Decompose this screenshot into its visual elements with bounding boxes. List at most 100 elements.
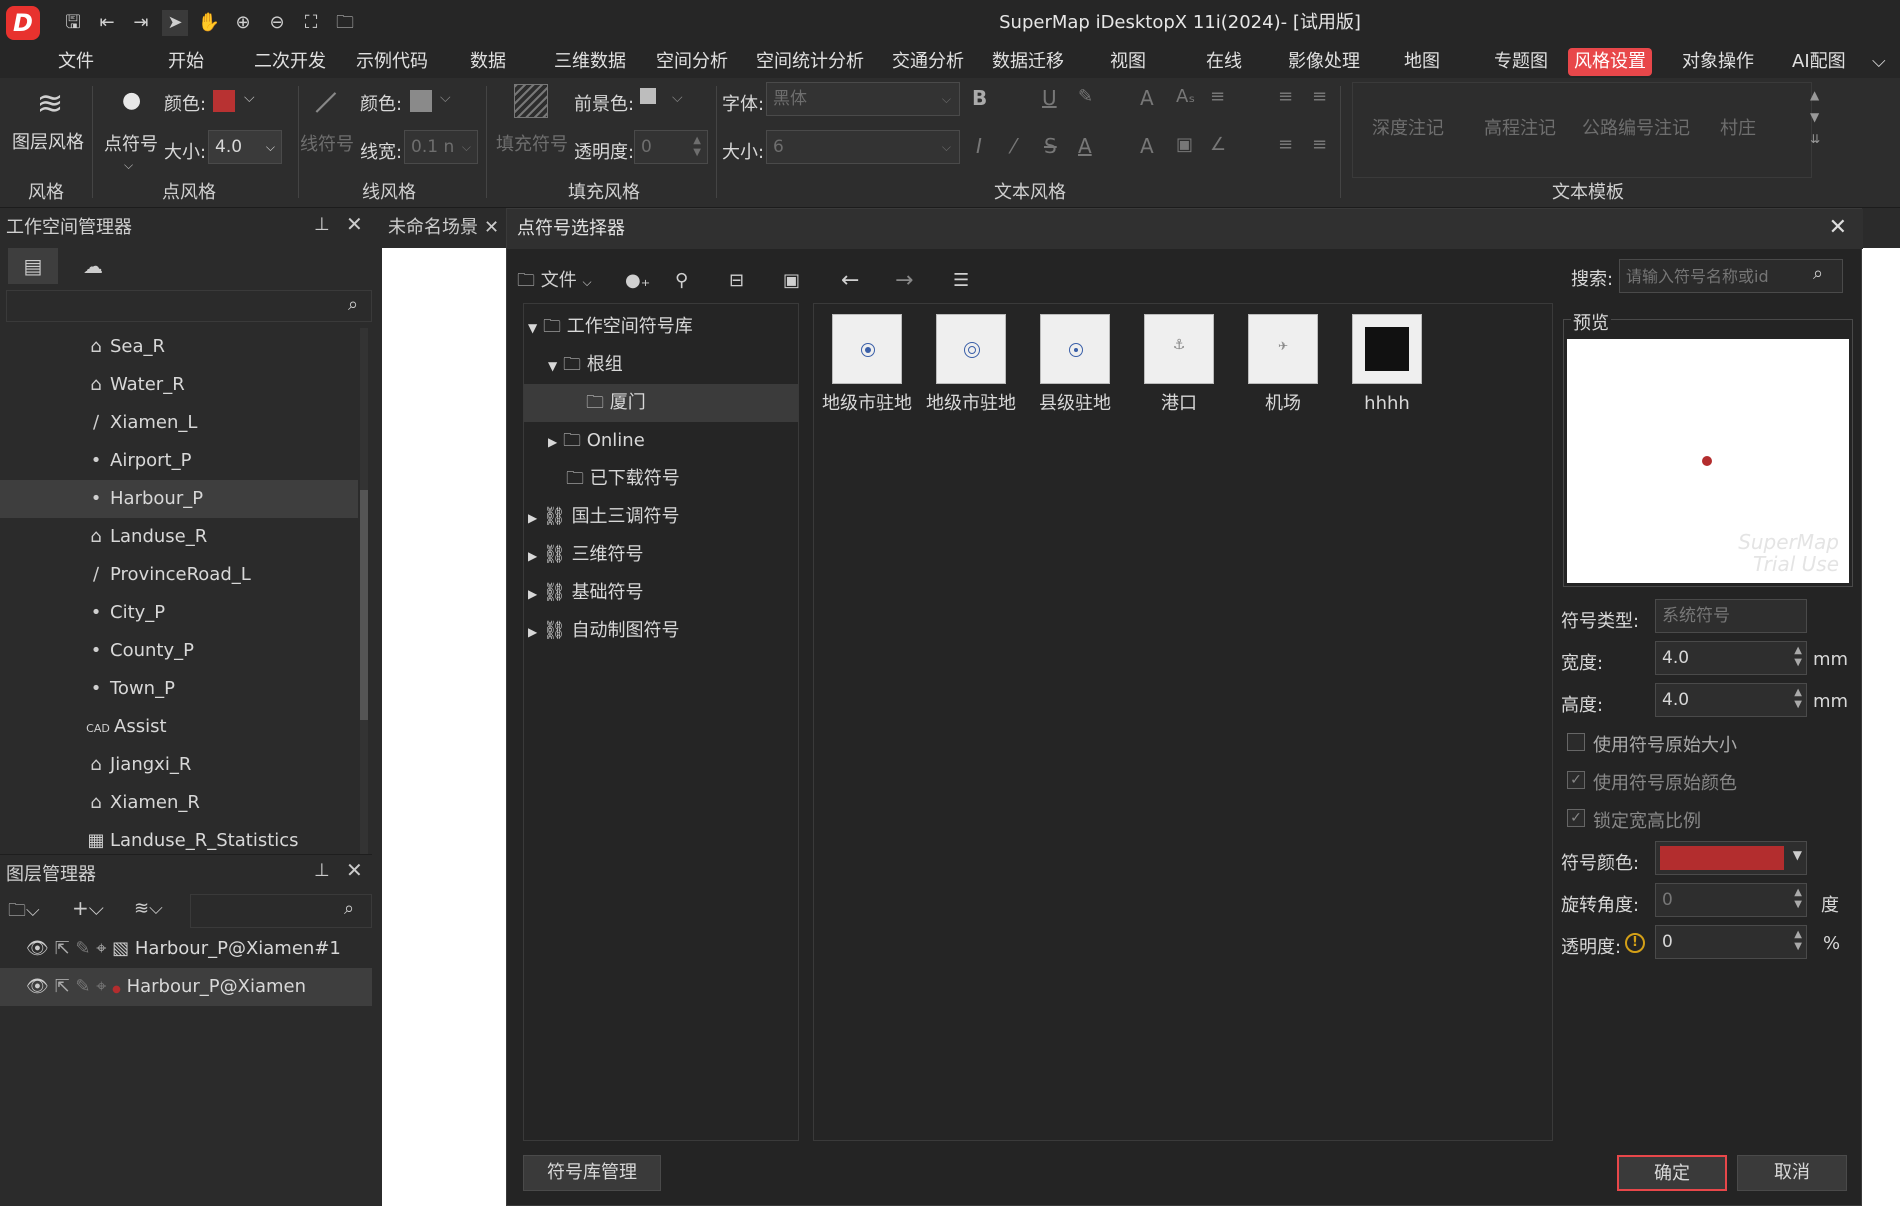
point-size-combo[interactable]: 4.0 ⌵ <box>208 130 282 164</box>
dataset-item[interactable]: • County_P <box>0 632 358 670</box>
menu-item[interactable]: ⌵ <box>1866 48 1892 76</box>
align-right-icon[interactable]: ≡ <box>1312 86 1327 107</box>
height-spinbox[interactable]: 4.0 ▲ ▼ <box>1655 683 1807 717</box>
use-original-size-checkbox[interactable] <box>1567 733 1585 751</box>
align-center-icon[interactable]: ≡ <box>1278 134 1293 155</box>
menu-item[interactable]: 三维数据 <box>548 48 632 76</box>
tree-node-xiamen[interactable]: 🗀 厦门 <box>524 384 798 422</box>
menu-item[interactable]: 开始 <box>162 48 210 76</box>
close-icon[interactable]: ✕ <box>484 217 499 238</box>
close-icon[interactable]: ✕ <box>346 212 363 236</box>
transparency-spinbox[interactable]: 0 ▲ ▼ <box>1655 925 1807 959</box>
line-color-swatch[interactable] <box>410 90 432 112</box>
symbol-item[interactable]: ✈ 机场 <box>1234 314 1332 416</box>
symbol-item[interactable]: 地级市驻地 <box>922 314 1020 416</box>
folder-icon[interactable]: 🗀 <box>332 10 358 36</box>
dataset-item[interactable]: • Harbour_P <box>0 480 358 518</box>
fill-fg-swatch[interactable] <box>640 88 656 104</box>
snap-icon[interactable]: ⌖ <box>96 976 106 997</box>
open-icon[interactable]: ⇤ <box>94 10 120 36</box>
slant-icon[interactable]: ⁄ <box>1012 134 1015 158</box>
menu-item[interactable]: 数据迁移 <box>986 48 1070 76</box>
strikethrough-icon[interactable]: S <box>1044 134 1057 158</box>
tree-node-workspace-lib[interactable]: ▼ 🗀 工作空间符号库 <box>524 308 798 346</box>
pin-icon[interactable]: ⊥ <box>314 860 330 881</box>
dataset-item[interactable]: ⌂ Jiangxi_R <box>0 746 358 784</box>
text-shadow-icon[interactable]: Aₛ <box>1176 86 1195 107</box>
visible-eye-icon[interactable]: 👁 <box>26 976 49 997</box>
font-combo[interactable]: 黑体 ⌵ <box>766 82 960 116</box>
editable-icon[interactable]: ✎ <box>75 976 90 997</box>
dataset-item[interactable]: ∕ Xiamen_L <box>0 404 358 442</box>
dataset-item[interactable]: • City_P <box>0 594 358 632</box>
line-width-combo[interactable]: 0.1 n ⌵ <box>404 130 478 164</box>
selectable-icon[interactable]: ⇱ <box>55 976 70 997</box>
italic-icon[interactable]: I <box>976 134 982 158</box>
text-template-item[interactable]: 高程注记 <box>1484 114 1556 140</box>
menu-item[interactable]: 对象操作 <box>1676 48 1760 76</box>
list-view-icon[interactable]: ☰ <box>953 263 969 299</box>
full-extent-icon[interactable]: ⛶ <box>298 10 324 36</box>
font-bold-a-icon[interactable]: A <box>1140 134 1154 158</box>
symbol-library-manage-button[interactable]: 符号库管理 <box>523 1155 661 1191</box>
rotation-spinbox[interactable]: 0 ▲ ▼ <box>1655 883 1807 917</box>
scene-view[interactable] <box>382 248 506 1206</box>
dataset-item[interactable]: ⌂ Sea_R <box>0 328 358 366</box>
gallery-scroll-icon[interactable]: ▲ ▼ ⇊ <box>1810 84 1820 150</box>
menu-item[interactable]: 数据 <box>464 48 512 76</box>
tree-node-auto[interactable]: ▶ ⛓ 自动制图符号 <box>524 612 798 650</box>
menu-item[interactable]: 地图 <box>1398 48 1446 76</box>
warning-icon[interactable]: ! <box>1625 933 1645 953</box>
menu-item[interactable]: 示例代码 <box>350 48 434 76</box>
workspace-search-input[interactable] <box>6 290 372 322</box>
file-menu-button[interactable]: 🗀 文件 ⌵ <box>517 263 592 299</box>
font-size-combo[interactable]: 6 ⌵ <box>766 130 960 164</box>
zoom-out-icon[interactable]: ⊖ <box>264 10 290 36</box>
width-spinbox[interactable]: 4.0 ▲ ▼ <box>1655 641 1807 675</box>
save-icon[interactable]: 🖫 <box>60 10 86 36</box>
saveas-icon[interactable]: ⇥ <box>128 10 154 36</box>
tree-node-online[interactable]: ▶ 🗀 Online <box>524 422 798 460</box>
symbol-item[interactable]: 县级驻地 <box>1026 314 1124 416</box>
tree-node-root-group[interactable]: ▼ 🗀 根组 <box>524 346 798 384</box>
tab-scene[interactable]: 未命名场景 ✕ <box>376 208 506 248</box>
menu-item[interactable]: AI配图 <box>1786 48 1852 76</box>
chevron-down-icon[interactable]: ▼ <box>1793 848 1802 862</box>
chevron-down-icon[interactable]: ⌵ <box>440 90 451 106</box>
layer-row[interactable]: 👁 ⇱ ✎ ⌖ ● Harbour_P@Xiamen <box>0 968 372 1006</box>
new-symbol-icon[interactable]: ●₊ <box>625 263 650 299</box>
online-workspace-tab-icon[interactable]: ☁ <box>68 248 118 284</box>
menu-item[interactable]: 空间分析 <box>650 48 734 76</box>
dataset-item[interactable]: • Airport_P <box>0 442 358 480</box>
symbol-item[interactable]: hhhh <box>1338 314 1436 416</box>
menu-item[interactable]: 空间统计分析 <box>750 48 870 76</box>
rotation-icon[interactable]: ∠ <box>1210 134 1226 155</box>
line-spacing-icon[interactable]: ≡ <box>1210 86 1225 107</box>
dataset-item[interactable]: • Town_P <box>0 670 358 708</box>
search-icon[interactable]: ⌕ <box>348 294 358 315</box>
align-left-icon[interactable]: ≡ <box>1278 86 1293 107</box>
chevron-down-icon[interactable]: ⌵ <box>124 158 133 173</box>
tree-node-guotu[interactable]: ▶ ⛓ 国土三调符号 <box>524 498 798 536</box>
menu-item[interactable]: 在线 <box>1200 48 1248 76</box>
edit-symbol-icon[interactable]: ⊟ <box>729 263 744 299</box>
dataset-item[interactable]: ▦ Landuse_R_Statistics <box>0 822 358 858</box>
search-icon[interactable]: ⌕ <box>344 898 354 919</box>
layers-stack-icon[interactable]: ≋ <box>30 84 70 124</box>
text-template-item[interactable]: 村庄 <box>1720 114 1756 140</box>
justify-icon[interactable]: ≡ <box>1312 134 1327 155</box>
selectable-icon[interactable]: ⇱ <box>55 938 70 959</box>
tree-node-downloaded[interactable]: 🗀 已下载符号 <box>524 460 798 498</box>
menu-item[interactable]: 视图 <box>1104 48 1152 76</box>
cancel-button[interactable]: 取消 <box>1737 1155 1847 1191</box>
lock-ratio-checkbox[interactable]: ✓ <box>1567 809 1585 827</box>
layer-row[interactable]: 👁 ⇱ ✎ ⌖ ▧ Harbour_P@Xiamen#1 <box>0 930 372 968</box>
use-original-color-checkbox[interactable]: ✓ <box>1567 771 1585 789</box>
symbol-item[interactable]: ⚓ 港口 <box>1130 314 1228 416</box>
menu-item[interactable]: 风格设置 <box>1568 48 1652 76</box>
line-symbol-button[interactable]: 线符号 <box>300 130 354 156</box>
chevron-down-icon[interactable]: ⌵ <box>244 90 255 106</box>
layer-stack-icon[interactable]: ≋⌵ <box>134 898 163 919</box>
point-symbol-button[interactable]: 点符号 <box>104 130 158 156</box>
snap-icon[interactable]: ⌖ <box>96 938 106 959</box>
